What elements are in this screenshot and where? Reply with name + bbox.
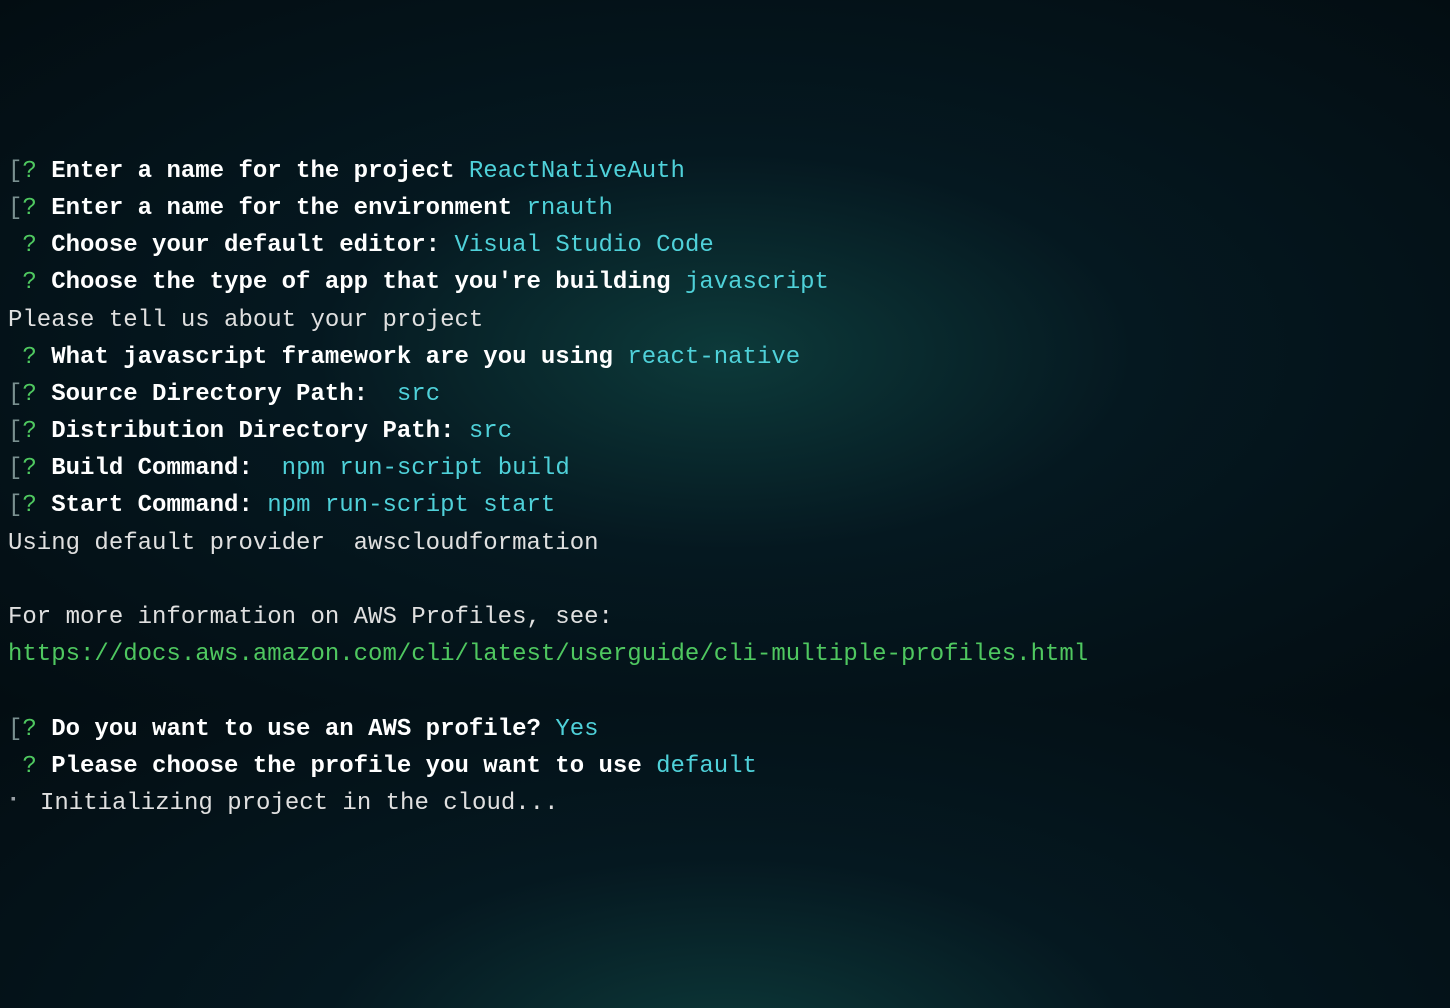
plain-text: For more information on AWS Profiles, se…: [8, 604, 613, 631]
answer-value: npm run-script start: [267, 492, 555, 519]
terminal-line: [? Do you want to use an AWS profile? Ye…: [8, 711, 1442, 748]
terminal-line: [? Build Command: npm run-script build: [8, 450, 1442, 487]
answer-value: src: [469, 418, 512, 445]
question-mark-icon: ?: [22, 269, 36, 296]
terminal-line: [? Enter a name for the environment rnau…: [8, 190, 1442, 227]
question-mark-icon: ?: [22, 195, 36, 222]
answer-value: javascript: [685, 269, 829, 296]
question-mark-icon: ?: [22, 753, 36, 780]
line-prefix: [: [8, 381, 22, 408]
question-mark-icon: ?: [22, 492, 36, 519]
spinner-icon: ⠂: [8, 790, 26, 817]
line-prefix: [: [8, 492, 22, 519]
plain-text: Please tell us about your project: [8, 307, 483, 334]
terminal-line: ? Please choose the profile you want to …: [8, 748, 1442, 785]
line-prefix: [: [8, 418, 22, 445]
plain-text: Using default provider awscloudformation: [8, 530, 599, 557]
line-prefix: [: [8, 455, 22, 482]
terminal-line: [8, 562, 1442, 599]
terminal-line: ? What javascript framework are you usin…: [8, 339, 1442, 376]
answer-value: rnauth: [527, 195, 613, 222]
prompt-label: Enter a name for the environment: [51, 195, 512, 222]
prompt-label: What javascript framework are you using: [51, 344, 613, 371]
answer-value: ReactNativeAuth: [469, 158, 685, 185]
answer-value: Yes: [555, 716, 598, 743]
question-mark-icon: ?: [22, 381, 36, 408]
answer-value: src: [397, 381, 440, 408]
answer-value: Visual Studio Code: [455, 232, 714, 259]
question-mark-icon: ?: [22, 158, 36, 185]
prompt-label: Enter a name for the project: [51, 158, 454, 185]
terminal-line: ? Choose the type of app that you're bui…: [8, 264, 1442, 301]
question-mark-icon: ?: [22, 232, 36, 259]
prompt-label: Build Command:: [51, 455, 267, 482]
question-mark-icon: ?: [22, 418, 36, 445]
terminal-line: [? Source Directory Path: src: [8, 376, 1442, 413]
prompt-label: Distribution Directory Path:: [51, 418, 454, 445]
terminal-line: [? Start Command: npm run-script start: [8, 487, 1442, 524]
prompt-label: Source Directory Path:: [51, 381, 382, 408]
line-prefix: [8, 344, 22, 371]
terminal-line: For more information on AWS Profiles, se…: [8, 599, 1442, 636]
status-text: Initializing project in the cloud...: [26, 790, 559, 817]
prompt-label: Start Command:: [51, 492, 253, 519]
line-prefix: [: [8, 195, 22, 222]
line-prefix: [: [8, 716, 22, 743]
prompt-label: Choose the type of app that you're build…: [51, 269, 670, 296]
line-prefix: [8, 753, 22, 780]
line-prefix: [8, 269, 22, 296]
answer-value: react-native: [627, 344, 800, 371]
terminal-line: ? Choose your default editor: Visual Stu…: [8, 227, 1442, 264]
line-prefix: [: [8, 158, 22, 185]
url-link[interactable]: https://docs.aws.amazon.com/cli/latest/u…: [8, 641, 1088, 668]
line-prefix: [8, 232, 22, 259]
prompt-label: Choose your default editor:: [51, 232, 440, 259]
terminal-line: [? Distribution Directory Path: src: [8, 413, 1442, 450]
prompt-label: Please choose the profile you want to us…: [51, 753, 642, 780]
answer-value: npm run-script build: [282, 455, 570, 482]
terminal-line: Please tell us about your project: [8, 302, 1442, 339]
terminal-line: [8, 673, 1442, 710]
question-mark-icon: ?: [22, 455, 36, 482]
terminal-output: [? Enter a name for the project ReactNat…: [8, 153, 1442, 822]
question-mark-icon: ?: [22, 716, 36, 743]
terminal-line: [? Enter a name for the project ReactNat…: [8, 153, 1442, 190]
terminal-line: Using default provider awscloudformation: [8, 525, 1442, 562]
prompt-label: Do you want to use an AWS profile?: [51, 716, 541, 743]
terminal-line: ⠂ Initializing project in the cloud...: [8, 785, 1442, 822]
answer-value: default: [656, 753, 757, 780]
terminal-line: https://docs.aws.amazon.com/cli/latest/u…: [8, 636, 1442, 673]
question-mark-icon: ?: [22, 344, 36, 371]
